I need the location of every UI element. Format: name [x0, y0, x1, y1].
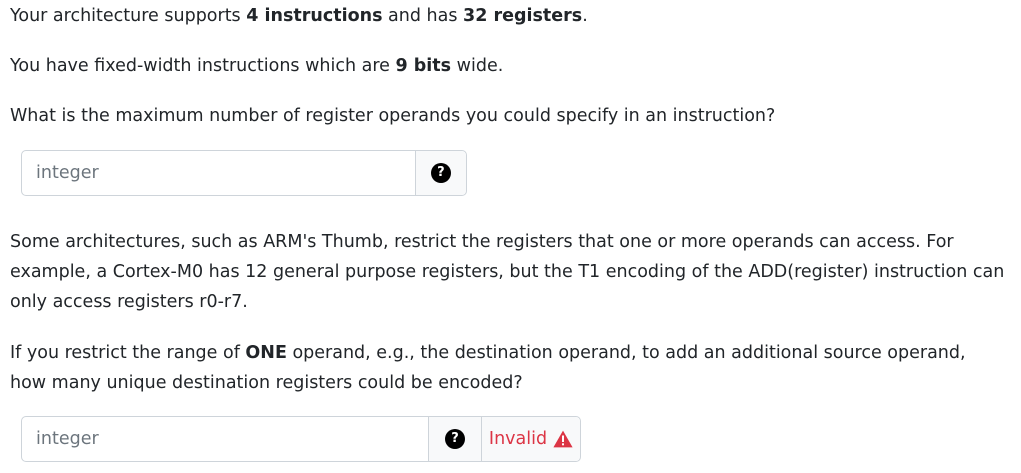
statement-text: wide.	[451, 56, 504, 76]
answer-1-input-group: ?	[21, 150, 467, 196]
question-circle-icon: ?	[430, 163, 451, 183]
architecture-statement: Your architecture supports 4 instruction…	[10, 1, 588, 31]
answer-2-input[interactable]	[22, 417, 428, 461]
answer-2-input-group: ? Invalid	[21, 416, 581, 462]
question-1-text: What is the maximum number of register o…	[10, 106, 776, 126]
emphasis-one: ONE	[245, 343, 287, 363]
statement-text: Your architecture supports	[10, 6, 247, 26]
instruction-count: 4 instructions	[246, 6, 383, 26]
instruction-width: 9 bits	[395, 56, 452, 76]
statement-text: .	[582, 6, 588, 26]
invalid-label: Invalid	[488, 429, 548, 449]
answer-1-help-button[interactable]: ?	[414, 151, 466, 195]
question-2-text: If you restrict the range of ONE operand…	[10, 338, 1000, 398]
question-text: If you restrict the range of	[10, 343, 246, 363]
answer-2-help-button[interactable]: ?	[428, 417, 481, 461]
thumb-explanation: Some architectures, such as ARM's Thumb,…	[10, 232, 1005, 312]
instruction-width-statement: You have fixed-width instructions which …	[10, 51, 503, 81]
answer-1-input[interactable]	[22, 151, 415, 195]
statement-text: and has	[382, 6, 464, 26]
warning-triangle-icon	[553, 430, 573, 448]
question-circle-icon: ?	[445, 429, 465, 449]
invalid-status-badge[interactable]: Invalid	[481, 417, 580, 461]
statement-text: You have fixed-width instructions which …	[10, 56, 396, 76]
register-count: 32 registers	[463, 6, 583, 26]
